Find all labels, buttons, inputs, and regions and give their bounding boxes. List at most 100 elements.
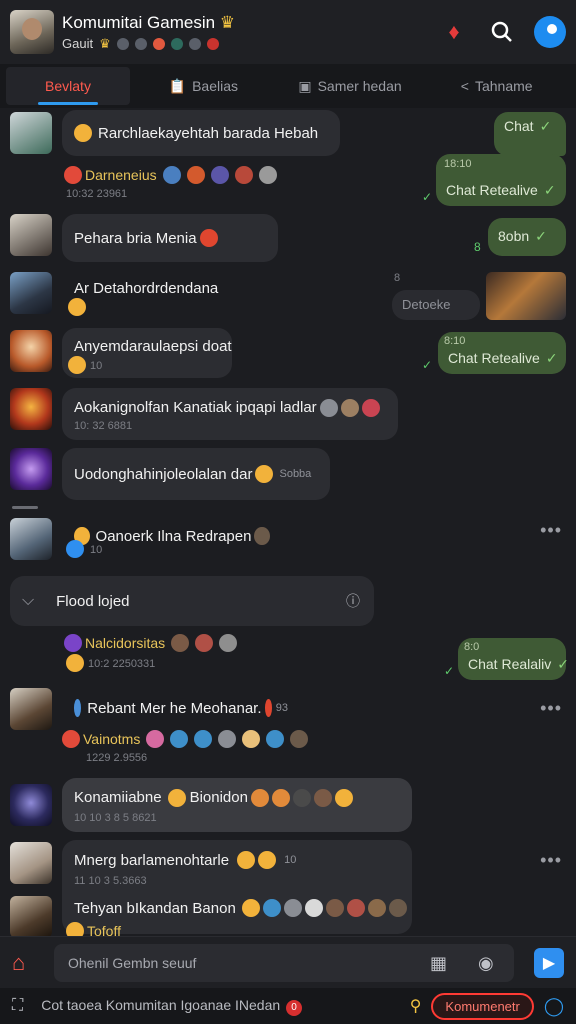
message-bubble[interactable]: Uodonghahinjoleolalan dar Sobba bbox=[62, 448, 330, 500]
message-text: Anyemdaraulaepsi doat bbox=[74, 338, 232, 355]
profile-status-icon[interactable] bbox=[534, 16, 566, 48]
outgoing-bubble[interactable]: 18:10 Chat Retealive ✓ bbox=[436, 154, 566, 206]
reaction-icon[interactable] bbox=[290, 730, 309, 748]
message-composer: ⌂ Ohenil Gembn seuuf ▦ ◉ ▶ bbox=[0, 936, 576, 988]
outgoing-bubble[interactable]: 8:0 Chat Realaliv ✓ bbox=[458, 638, 569, 680]
message-text: Rarchlaekayehtah barada Hebah bbox=[98, 124, 319, 142]
reaction-icon[interactable] bbox=[258, 166, 277, 184]
alert-icon: ⓘ bbox=[346, 593, 360, 609]
reaction-icon[interactable] bbox=[210, 166, 229, 184]
avatar[interactable] bbox=[10, 330, 52, 372]
message-feed[interactable]: Rarchlaekayehtah barada Hebah Darneneius… bbox=[0, 108, 576, 936]
message-time: 10 bbox=[90, 544, 103, 556]
community-button[interactable]: Komumenetr bbox=[431, 992, 534, 1020]
message-text: Flood lojed bbox=[56, 592, 130, 610]
outgoing-bubble[interactable]: 8:10 Chat Retealive ✓ bbox=[438, 332, 566, 374]
avatar[interactable] bbox=[10, 688, 52, 730]
message-bubble[interactable]: Aokanignolfan Kanatiak ipqapi ladlar bbox=[62, 388, 398, 440]
message-bubble[interactable]: Rebant Mer he Meohanar. 93 bbox=[62, 688, 300, 728]
reaction-icon[interactable] bbox=[194, 730, 213, 748]
home-icon[interactable]: ⌂ bbox=[12, 950, 38, 976]
tab-baelias[interactable]: 📋 Baelias bbox=[130, 67, 277, 105]
reaction-icon[interactable] bbox=[266, 730, 285, 748]
avatar[interactable] bbox=[10, 112, 52, 154]
message-time: 8:0 bbox=[464, 641, 480, 653]
game-badge-icon[interactable]: ♦ bbox=[438, 16, 470, 48]
chat-bubble-icon[interactable]: ◯ bbox=[544, 996, 564, 1017]
message-sender: Darneneius bbox=[64, 166, 277, 184]
location-icon[interactable]: ◉ bbox=[478, 953, 494, 974]
reaction-icon[interactable] bbox=[162, 166, 181, 184]
tab-label: Tahname bbox=[474, 78, 533, 94]
chat-title-text: Komumitai Gamesin bbox=[62, 12, 216, 32]
reply-block[interactable]: ⌵ Flood lojed ⓘ bbox=[10, 576, 374, 626]
community-text: Cot taoea Komumitan Igoanae INedan bbox=[41, 996, 281, 1013]
tab-bevlaty[interactable]: Bevlaty bbox=[6, 67, 130, 105]
reaction-icon[interactable] bbox=[186, 166, 205, 184]
avatar[interactable] bbox=[10, 842, 52, 884]
avatar[interactable] bbox=[10, 272, 52, 314]
avatar[interactable] bbox=[10, 214, 52, 256]
outgoing-bubble[interactable]: Chat ✓ bbox=[494, 112, 566, 156]
expand-icon[interactable]: ⛶ bbox=[12, 997, 23, 1015]
emoji-icon bbox=[64, 634, 82, 652]
avatar[interactable] bbox=[10, 784, 52, 826]
message-bubble[interactable]: Mnerg barlamenohtarle 10 11 10 3 5.3663 … bbox=[62, 840, 412, 934]
image-attachment[interactable] bbox=[486, 272, 566, 320]
reaction-icon[interactable] bbox=[219, 634, 238, 652]
crown-icon: ♛ bbox=[219, 12, 236, 32]
reaction-icon[interactable] bbox=[234, 166, 253, 184]
gif-icon[interactable]: ▦ bbox=[430, 953, 447, 974]
message-extra: Sobba bbox=[279, 468, 312, 480]
emoji-icon bbox=[66, 540, 84, 558]
avatar[interactable] bbox=[10, 448, 52, 490]
emoji-icon bbox=[304, 899, 323, 917]
emoji-icon bbox=[64, 166, 82, 184]
chat-header: Komumitai Gamesin ♛ Gauit ♛ ♦ bbox=[0, 0, 576, 64]
reaction-icon[interactable] bbox=[171, 634, 190, 652]
more-options-icon[interactable]: ••• bbox=[540, 850, 562, 871]
clipboard-icon: 📋 bbox=[168, 77, 187, 94]
emoji-icon bbox=[325, 899, 344, 917]
message-sender: Vainotms bbox=[62, 730, 309, 748]
community-info[interactable]: Cot taoea Komumitan Igoanae INedan 0 bbox=[41, 997, 410, 1016]
tab-samer-hedan[interactable]: ▣ Samer hedan bbox=[277, 67, 424, 105]
button-label: Komumenetr bbox=[445, 998, 520, 1014]
avatar[interactable] bbox=[10, 896, 52, 936]
search-icon[interactable]: ⚲ bbox=[410, 996, 422, 1016]
message-bubble[interactable]: Pehara bria Menia bbox=[62, 214, 278, 262]
channel-tabs: Bevlaty 📋 Baelias ▣ Samer hedan < Tahname bbox=[0, 64, 576, 108]
emoji-icon bbox=[258, 851, 277, 869]
message-bubble[interactable]: Ar Detahordrdendana bbox=[62, 270, 240, 324]
outgoing-bubble[interactable]: 8obn ✓ bbox=[488, 218, 566, 256]
chat-title[interactable]: Komumitai Gamesin ♛ bbox=[62, 13, 438, 33]
message-bubble[interactable]: Anyemdaraulaepsi doat bbox=[62, 328, 232, 378]
crown-icon: ♛ bbox=[99, 35, 111, 51]
message-bubble[interactable]: Rarchlaekayehtah barada Hebah bbox=[62, 110, 340, 156]
outgoing-bubble[interactable]: Detoeke bbox=[392, 290, 480, 320]
member-dot-icon bbox=[134, 37, 147, 50]
member-dot-icon bbox=[206, 37, 219, 50]
check-icon: ✓ bbox=[535, 228, 547, 244]
chat-app: Komumitai Gamesin ♛ Gauit ♛ ♦ Bevlaty 📋 B… bbox=[0, 0, 576, 1024]
more-options-icon[interactable]: ••• bbox=[540, 698, 562, 719]
group-avatar[interactable] bbox=[10, 10, 54, 54]
reaction-icon[interactable] bbox=[242, 730, 261, 748]
reaction-icon[interactable] bbox=[146, 730, 165, 748]
avatar[interactable] bbox=[10, 518, 52, 560]
more-options-icon[interactable]: ••• bbox=[540, 520, 562, 541]
message-text: Oanoerk Ilna Redrapen bbox=[95, 527, 252, 545]
reaction-icon[interactable] bbox=[195, 634, 214, 652]
tab-tahname[interactable]: < Tahname bbox=[423, 67, 570, 105]
share-icon: < bbox=[460, 78, 469, 94]
send-button[interactable]: ▶ bbox=[534, 948, 564, 978]
search-icon[interactable] bbox=[486, 16, 518, 48]
reaction-icon[interactable] bbox=[170, 730, 189, 748]
message-time: 10:32 23961 bbox=[66, 188, 128, 200]
emoji-icon bbox=[262, 899, 281, 917]
emoji-icon bbox=[62, 730, 80, 748]
emoji-icon bbox=[292, 789, 311, 807]
reaction-icon[interactable] bbox=[218, 730, 237, 748]
avatar[interactable] bbox=[10, 388, 52, 430]
emoji-icon bbox=[68, 298, 86, 316]
